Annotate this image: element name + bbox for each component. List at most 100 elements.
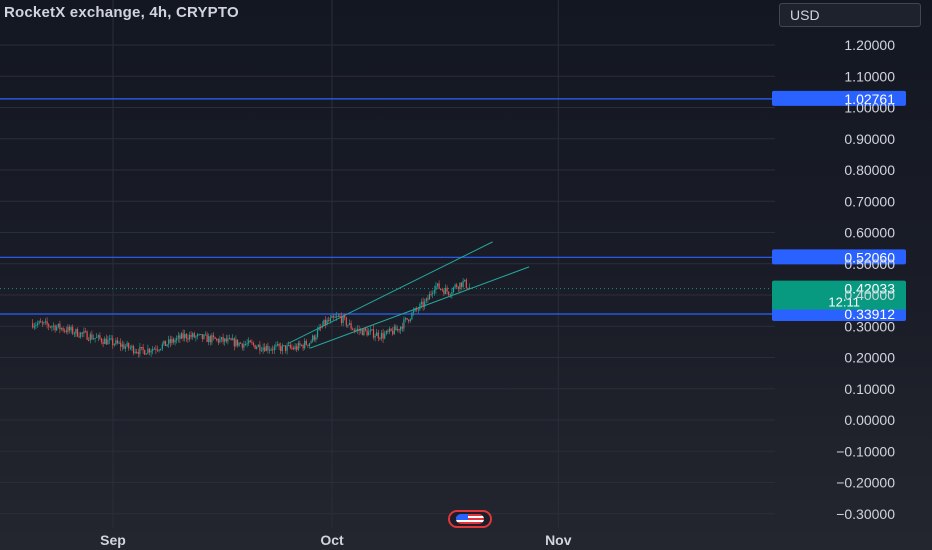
candle-body	[288, 344, 290, 346]
candle-body	[331, 316, 333, 318]
candle-body	[462, 281, 464, 287]
candle-body	[339, 315, 341, 317]
candle-body	[256, 346, 258, 349]
price-tick-label: 0.80000	[844, 162, 895, 178]
candle-body	[72, 327, 74, 334]
candlestick-series	[32, 278, 471, 358]
candle-body	[336, 316, 338, 318]
candle-body	[388, 328, 391, 332]
currency-selector[interactable]: USD	[779, 3, 921, 27]
candle-body	[163, 340, 165, 345]
candle-body	[41, 322, 43, 324]
candle-body	[59, 323, 61, 330]
candle-body	[168, 339, 170, 345]
candle-body	[155, 348, 157, 350]
candle-body	[443, 290, 445, 295]
candle-body	[310, 341, 312, 344]
price-tick-label: −0.10000	[836, 443, 895, 459]
candle-body	[70, 327, 72, 331]
candle-body	[193, 333, 195, 338]
candle-body	[236, 339, 239, 346]
price-tick-label: 0.60000	[844, 225, 895, 241]
candle-body	[86, 331, 88, 340]
candle-body	[200, 334, 202, 336]
price-chart[interactable]: 1.027610.520600.33912 0.4203312:11 1.200…	[0, 0, 932, 550]
candle-body	[75, 329, 77, 334]
candle-body	[228, 338, 231, 340]
candle-body	[222, 337, 224, 342]
candle-body	[43, 322, 45, 324]
candle-body	[172, 339, 175, 343]
candle-body	[265, 345, 267, 352]
candle-body	[419, 304, 421, 310]
candle-body	[132, 346, 135, 353]
candle-body	[363, 328, 365, 336]
candle-body	[208, 336, 210, 342]
candle-body	[371, 329, 373, 331]
candle-body	[113, 344, 115, 346]
candle-body	[380, 332, 383, 339]
candle-body	[139, 346, 141, 354]
time-tick-label: Sep	[100, 532, 126, 548]
candle-body	[188, 334, 191, 340]
us-flag-icon[interactable]	[448, 510, 492, 528]
candle-body	[456, 284, 458, 288]
candle-body	[460, 282, 463, 287]
price-tick-label: 0.70000	[844, 193, 895, 209]
candle-body	[379, 337, 381, 339]
candle-body	[99, 335, 101, 339]
candle-body	[324, 319, 327, 325]
candle-body	[297, 343, 299, 350]
candle-body	[408, 319, 410, 322]
candle-body	[161, 344, 163, 349]
candle-body	[348, 323, 351, 325]
candle-body	[184, 334, 186, 339]
price-tick-label: 1.20000	[844, 37, 895, 53]
candle-body	[56, 326, 58, 331]
candle-body	[80, 332, 82, 337]
candle-body	[299, 343, 301, 346]
candle-body	[435, 285, 437, 290]
candle-body	[62, 328, 64, 331]
candle-body	[160, 348, 162, 350]
candle-body	[65, 330, 67, 332]
candle-body	[235, 339, 237, 347]
candle-body	[209, 336, 211, 343]
candle-body	[321, 325, 323, 328]
price-axis[interactable]: 1.20000 1.10000 1.00000 0.90000 0.80000 0.700…	[836, 37, 895, 522]
candle-body	[118, 342, 120, 344]
candle-body	[216, 338, 218, 340]
flag-stripes	[456, 514, 484, 524]
candle-body	[278, 344, 280, 347]
candle-body	[401, 326, 403, 329]
candle-body	[352, 328, 354, 330]
candle-body	[81, 332, 83, 334]
price-tick-label: 0.90000	[844, 131, 895, 147]
candle-body	[201, 334, 203, 339]
price-tick-label: 1.10000	[844, 68, 895, 84]
time-axis[interactable]: Sep Oct Nov	[100, 532, 572, 548]
time-tick-label: Nov	[545, 532, 572, 548]
candle-body	[233, 338, 235, 347]
candle-body	[430, 294, 432, 296]
candle-body	[360, 329, 362, 331]
candle-body	[272, 349, 274, 351]
candle-body	[332, 316, 335, 318]
candle-body	[459, 282, 461, 289]
candle-body	[156, 349, 159, 351]
candle-body	[340, 316, 343, 323]
candle-body	[452, 287, 455, 292]
candle-body	[129, 347, 131, 349]
candle-body	[376, 332, 378, 336]
price-tick-label: 0.00000	[844, 412, 895, 428]
candle-body	[240, 342, 242, 344]
candle-body	[268, 349, 271, 351]
candle-body	[171, 339, 173, 343]
candle-body	[451, 291, 453, 295]
candle-body	[176, 338, 178, 341]
candle-body	[315, 337, 317, 340]
candle-body	[145, 353, 147, 355]
candle-body	[131, 346, 133, 348]
candle-body	[217, 339, 219, 343]
candle-body	[177, 335, 179, 339]
